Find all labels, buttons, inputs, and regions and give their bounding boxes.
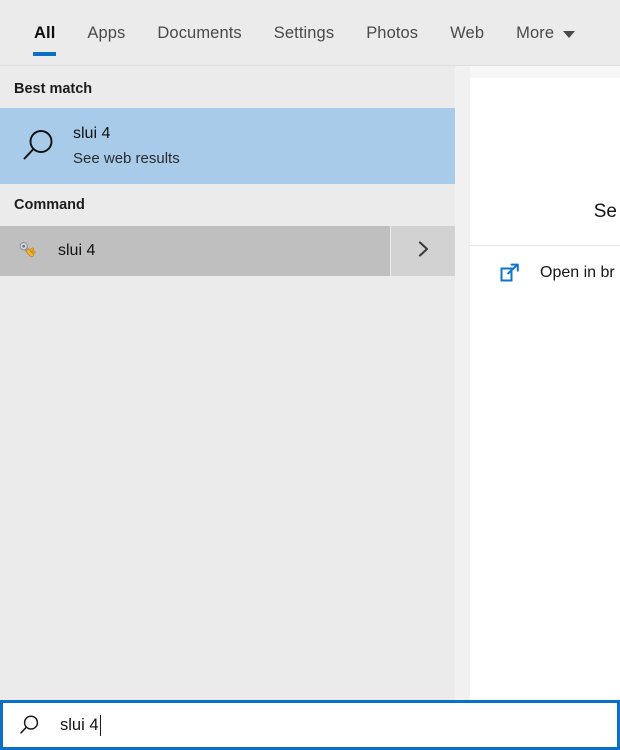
open-external-icon	[499, 262, 521, 284]
open-in-browser-label: Open in br	[540, 264, 615, 281]
search-results-area: Best match slui 4 See web results Comman…	[0, 66, 620, 700]
result-row-best-match[interactable]: slui 4 See web results	[0, 108, 455, 184]
command-label: slui 4	[58, 242, 96, 259]
command-result-block: slui 4	[0, 226, 455, 276]
windows-search-panel: All Apps Documents Settings Photos Web M…	[0, 0, 620, 750]
section-header-best-match: Best match	[14, 81, 93, 97]
tab-web[interactable]: Web	[434, 0, 500, 66]
tab-more-label: More	[516, 23, 555, 42]
tab-settings-label: Settings	[273, 23, 335, 42]
tab-photos-label: Photos	[366, 23, 419, 42]
magnifier-icon	[14, 126, 62, 166]
result-text-group: slui 4 See web results	[73, 123, 180, 169]
tab-settings[interactable]: Settings	[258, 0, 350, 66]
search-input-value: slui 4	[60, 715, 99, 734]
tab-all-label: All	[34, 23, 56, 42]
text-cursor	[99, 714, 102, 736]
search-filter-tabbar: All Apps Documents Settings Photos Web M…	[0, 0, 620, 66]
tab-more[interactable]: More	[500, 0, 591, 66]
chevron-down-icon	[563, 30, 576, 38]
pane-separator	[455, 66, 470, 700]
section-header-command: Command	[14, 197, 85, 213]
tab-all[interactable]: All	[18, 0, 71, 66]
preview-card: Se	[470, 78, 620, 245]
search-input-bar[interactable]: slui 4	[0, 700, 620, 750]
command-expand-button[interactable]	[391, 226, 455, 276]
tab-apps-label: Apps	[87, 23, 126, 42]
result-row-command[interactable]: slui 4	[0, 226, 390, 276]
search-icon	[17, 713, 41, 737]
key-icon	[14, 240, 42, 262]
preview-title: Se	[593, 201, 617, 222]
tab-documents[interactable]: Documents	[141, 0, 257, 66]
tab-web-label: Web	[450, 23, 485, 42]
result-title: slui 4	[73, 125, 111, 142]
preview-body	[470, 300, 620, 700]
search-input-value-group[interactable]: slui 4	[60, 714, 102, 736]
tab-documents-label: Documents	[157, 23, 242, 42]
tab-apps[interactable]: Apps	[71, 0, 141, 66]
results-list-pane: Best match slui 4 See web results Comman…	[0, 66, 455, 700]
result-subtitle: See web results	[73, 150, 180, 167]
open-in-browser-button[interactable]: Open in br	[470, 246, 620, 300]
tab-photos[interactable]: Photos	[350, 0, 434, 66]
preview-pane: Se Open in br	[470, 66, 620, 700]
tab-active-indicator	[33, 52, 57, 56]
tab-list: All Apps Documents Settings Photos Web M…	[18, 0, 591, 66]
chevron-right-icon	[413, 238, 433, 265]
